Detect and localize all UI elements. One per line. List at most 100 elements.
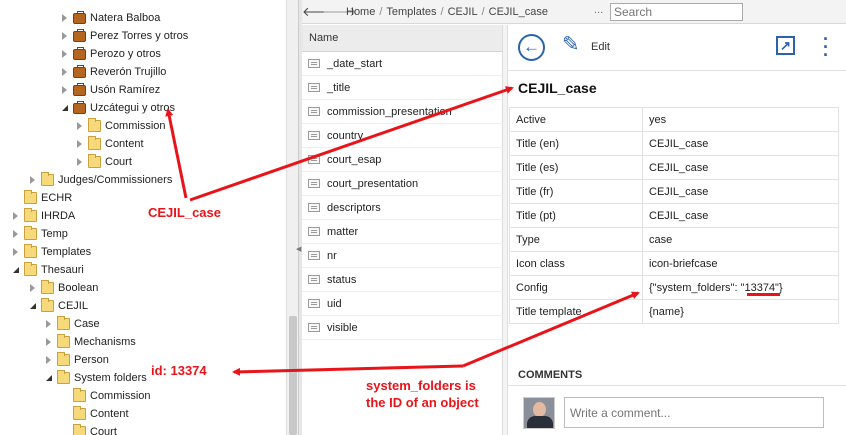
property-key: Type: [509, 227, 643, 252]
tree-item[interactable]: Templates: [11, 243, 91, 261]
briefcase-icon: [73, 82, 86, 96]
collapsed-arrow-icon[interactable]: [75, 122, 84, 131]
list-item-label: visible: [327, 321, 358, 334]
tree-item[interactable]: Commission: [60, 387, 151, 405]
collapsed-arrow-icon[interactable]: [60, 86, 69, 95]
collapsed-arrow-icon[interactable]: [11, 248, 20, 257]
list-header-name[interactable]: Name: [302, 25, 502, 52]
tree-item[interactable]: ECHR: [11, 189, 72, 207]
list-item[interactable]: commission_presentation: [302, 100, 502, 124]
arrow-right-icon[interactable]: 🡒: [322, 4, 357, 20]
divider: [508, 385, 846, 386]
open-external-icon[interactable]: ↗: [776, 36, 795, 55]
breadcrumb-separator: /: [379, 5, 383, 18]
tree-item[interactable]: Court: [75, 153, 132, 171]
folder-icon: [41, 280, 54, 294]
arrow-left-icon[interactable]: 🡐: [302, 4, 337, 20]
list-item[interactable]: visible: [302, 316, 502, 340]
breadcrumb-cejil-case[interactable]: CEJIL_case: [489, 6, 548, 18]
edit-button-label[interactable]: Edit: [591, 41, 610, 53]
list-item-label: descriptors: [327, 201, 381, 214]
breadcrumb-cejil[interactable]: CEJIL: [448, 6, 478, 18]
edit-pencil-icon[interactable]: ✎: [562, 34, 584, 56]
list-item[interactable]: _title: [302, 76, 502, 100]
property-row: Title (fr) CEJIL_case: [509, 179, 839, 204]
list-item[interactable]: country: [302, 124, 502, 148]
tree-item[interactable]: Usón Ramírez: [60, 81, 160, 99]
property-row: Config {"system_folders": "13374"}: [509, 275, 839, 300]
tree-item[interactable]: System folders: [44, 369, 147, 387]
tree-item[interactable]: Uzcátegui y otros: [60, 99, 175, 117]
breadcrumb-more[interactable]: ...: [594, 4, 603, 16]
list-item[interactable]: nr: [302, 244, 502, 268]
tree-item[interactable]: Perozo y otros: [60, 45, 161, 63]
collapsed-arrow-icon[interactable]: [60, 68, 69, 77]
expanded-arrow-icon[interactable]: [11, 266, 20, 275]
list-item[interactable]: court_esap: [302, 148, 502, 172]
back-arrow-icon[interactable]: ←: [518, 34, 545, 61]
list-item[interactable]: _date_start: [302, 52, 502, 76]
list-item[interactable]: matter: [302, 220, 502, 244]
property-value: CEJIL_case: [642, 131, 839, 156]
list-item-label: court_esap: [327, 153, 382, 166]
tree-item[interactable]: Judges/Commissioners: [28, 171, 172, 189]
tree-item[interactable]: Person: [44, 351, 109, 369]
properties-panel: ← ✎ Edit ↗ · · · CEJIL_case Active yes Title…: [508, 25, 846, 435]
tree-item[interactable]: Court: [60, 423, 117, 435]
breadcrumb-separator: /: [440, 5, 444, 18]
tree-item[interactable]: Reverón Trujillo: [60, 63, 166, 81]
expanded-arrow-icon[interactable]: [28, 302, 37, 311]
folder-icon: [73, 388, 86, 402]
list-item-label: court_presentation: [327, 177, 419, 190]
tree-item[interactable]: Mechanisms: [44, 333, 136, 351]
property-row: Title (es) CEJIL_case: [509, 155, 839, 180]
collapsed-arrow-icon[interactable]: [28, 284, 37, 293]
tree-item[interactable]: Commission: [75, 117, 166, 135]
collapsed-arrow-icon[interactable]: [60, 50, 69, 59]
property-value: {name}: [642, 299, 839, 324]
tree-scrollbar[interactable]: [286, 0, 298, 435]
collapsed-arrow-icon[interactable]: [44, 338, 53, 347]
tree-item[interactable]: Thesauri: [11, 261, 84, 279]
tree-item[interactable]: Case: [44, 315, 100, 333]
collapsed-arrow-icon[interactable]: [28, 176, 37, 185]
breadcrumb-templates[interactable]: Templates: [386, 6, 436, 18]
collapsed-arrow-icon[interactable]: [44, 356, 53, 365]
list-rows: _date_start _title commission_presentation…: [302, 52, 502, 340]
tree-item[interactable]: Content: [60, 405, 129, 423]
tree-scrollbar-thumb[interactable]: [289, 316, 297, 435]
folder-icon: [73, 424, 86, 435]
breadcrumb-toolbar: 🡐 🡒 Home / Templates / CEJIL / CEJIL_cas…: [302, 0, 846, 24]
tree-item[interactable]: Perez Torres y otros: [60, 27, 188, 45]
tree-item[interactable]: IHRDA: [11, 207, 75, 225]
collapsed-arrow-icon[interactable]: [60, 14, 69, 23]
collapse-arrow-icon[interactable]: ◀: [296, 245, 301, 253]
expanded-arrow-icon[interactable]: [60, 104, 69, 113]
tree-item[interactable]: Natera Balboa: [60, 9, 160, 27]
tree-item[interactable]: Temp: [11, 225, 68, 243]
expanded-arrow-icon[interactable]: [44, 374, 53, 383]
tree-item-label: Mechanisms: [74, 336, 136, 348]
breadcrumb-separator: /: [481, 5, 485, 18]
collapsed-arrow-icon[interactable]: [44, 320, 53, 329]
tree-item-label: Usón Ramírez: [90, 84, 161, 96]
collapsed-arrow-icon[interactable]: [60, 32, 69, 41]
comment-input[interactable]: [564, 397, 824, 428]
search-input[interactable]: [610, 3, 743, 21]
collapsed-arrow-icon[interactable]: [75, 140, 84, 149]
annotation-note-line2: the ID of an object: [366, 395, 479, 410]
list-item[interactable]: court_presentation: [302, 172, 502, 196]
list-item[interactable]: status: [302, 268, 502, 292]
folder-icon: [41, 298, 54, 312]
more-menu-icon[interactable]: · · ·: [823, 30, 829, 64]
collapsed-arrow-icon[interactable]: [11, 212, 20, 221]
collapsed-arrow-icon[interactable]: [75, 158, 84, 167]
annotation-note-line1: system_folders is: [366, 378, 476, 393]
list-item[interactable]: descriptors: [302, 196, 502, 220]
collapsed-arrow-icon[interactable]: [11, 230, 20, 239]
tree-item[interactable]: Boolean: [28, 279, 98, 297]
breadcrumb-home[interactable]: Home: [346, 6, 375, 18]
list-item[interactable]: uid: [302, 292, 502, 316]
tree-item[interactable]: Content: [75, 135, 144, 153]
tree-item[interactable]: CEJIL: [28, 297, 88, 315]
